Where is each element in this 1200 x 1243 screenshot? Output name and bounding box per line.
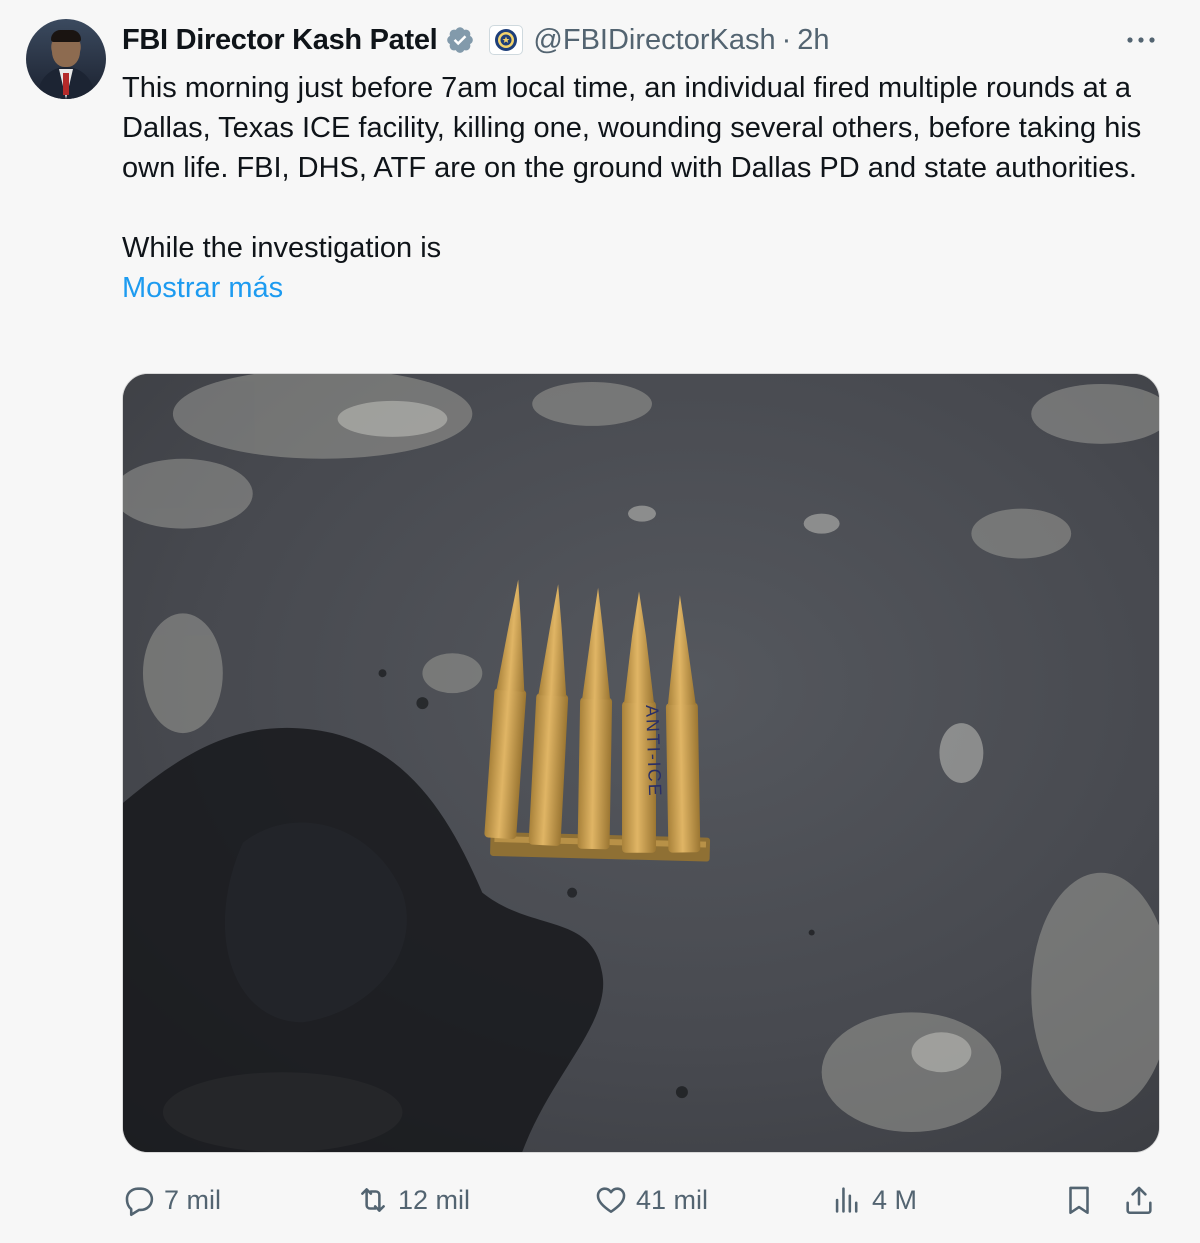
fbi-seal-icon[interactable] [489,25,524,55]
views-count: 4 M [872,1184,918,1215]
tweet-text: This morning just before 7am local time,… [122,68,1162,308]
like-count: 41 mil [636,1184,709,1215]
author-display-name[interactable]: FBI Director Kash Patel [122,24,438,57]
repost-icon [361,1188,385,1212]
verified-badge-icon[interactable] [445,25,475,55]
tweet-header: FBI Director Kash Patel @FBIDirectorKash… [122,20,830,60]
heart-icon [596,1187,626,1214]
views-icon [835,1187,858,1213]
like-button[interactable]: 41 mil [594,1175,708,1225]
cartridge-inscription: ANTI-ICE [642,705,665,798]
bookmark-icon [1069,1186,1089,1215]
tweet-photo[interactable]: ANTI-ICE [122,373,1160,1153]
share-icon [1126,1186,1152,1215]
photo-ammunition-on-ground: ANTI-ICE [123,374,1159,1152]
reply-button[interactable]: 7 mil [122,1175,221,1225]
views-button[interactable]: 4 M [830,1175,917,1225]
author-handle[interactable]: @FBIDirectorKash [533,24,775,57]
avatar-hair [51,30,81,42]
avatar-tie [63,73,69,95]
tweet-paragraph-2: While the investigation is [122,232,442,264]
reply-count: 7 mil [164,1184,222,1215]
header-separator: · [781,23,792,56]
tweet[interactable]: FBI Director Kash Patel @FBIDirectorKash… [0,0,1200,1243]
author-avatar[interactable] [26,19,106,99]
reply-icon [125,1187,154,1217]
tweet-timestamp[interactable]: 2h [797,24,829,57]
repost-count: 12 mil [398,1184,471,1215]
share-button[interactable] [1122,1175,1156,1225]
repost-button[interactable]: 12 mil [356,1175,470,1225]
bookmark-button[interactable] [1062,1175,1096,1225]
tweet-actions: 7 mil 12 mil 41 mil 4 M [122,1175,1164,1225]
show-more-link[interactable]: Mostrar más [122,272,283,304]
more-options-icon[interactable] [1124,30,1158,50]
tweet-paragraph-1: This morning just before 7am local time,… [122,72,1142,184]
